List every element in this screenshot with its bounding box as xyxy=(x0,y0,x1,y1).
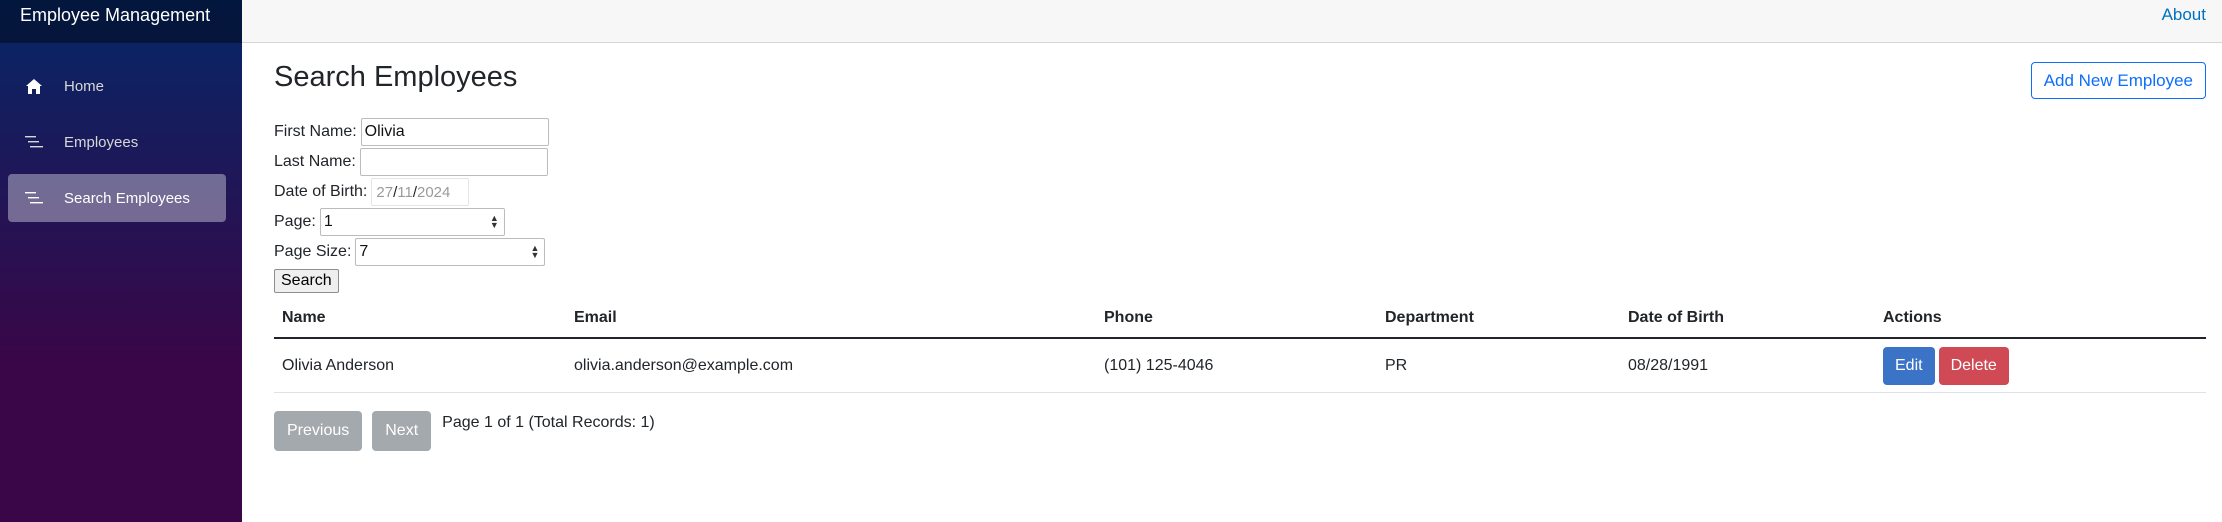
first-name-label: First Name: xyxy=(274,123,357,140)
next-button[interactable]: Next xyxy=(372,411,432,451)
search-form: First Name: Olivia Last Name: Date of Bi… xyxy=(274,117,549,293)
search-button[interactable]: Search xyxy=(274,269,339,293)
app-title[interactable]: Employee Management xyxy=(20,5,210,26)
dob-month: 11 xyxy=(397,183,413,201)
column-header-actions: Actions xyxy=(1883,309,1942,326)
cell-email: olivia.anderson@example.com xyxy=(574,356,794,374)
stepper-arrows-icon[interactable]: ▲ ▼ xyxy=(490,214,499,230)
add-new-employee-button[interactable]: Add New Employee xyxy=(2030,62,2206,99)
table-header: Name Email Phone Department Date of Birt… xyxy=(274,299,2206,339)
page-row: Page: 1 ▲ ▼ xyxy=(274,207,549,237)
first-name-row: First Name: Olivia xyxy=(274,117,549,147)
sidebar-item-search-employees[interactable]: Search Employees xyxy=(8,174,226,222)
sidebar-item-label: Search Employees xyxy=(64,189,190,207)
column-header-dob: Date of Birth xyxy=(1628,309,1724,326)
edit-button[interactable]: Edit xyxy=(1883,346,1935,385)
delete-button[interactable]: Delete xyxy=(1938,346,2009,385)
page-label: Page: xyxy=(274,213,316,230)
page-size-input[interactable]: 7 ▲ ▼ xyxy=(355,238,546,266)
cell-name: Olivia Anderson xyxy=(282,356,395,374)
column-header-name: Name xyxy=(282,309,326,326)
page-size-row: Page Size: 7 ▲ ▼ xyxy=(274,237,549,267)
dob-day: 27 xyxy=(376,183,394,201)
page-number-input[interactable]: 1 ▲ ▼ xyxy=(319,208,505,236)
dob-year: 2024 xyxy=(416,183,451,201)
dob-row: Date of Birth: 27/11/2024 xyxy=(274,177,549,207)
cell-department: PR xyxy=(1385,356,1408,374)
pagination-info: Page 1 of 1 (Total Records: 1) xyxy=(442,414,655,431)
dob-label: Date of Birth: xyxy=(274,183,368,200)
dob-input[interactable]: 27/11/2024 xyxy=(371,178,470,206)
cell-phone: (101) 125-4046 xyxy=(1104,356,1214,374)
last-name-row: Last Name: xyxy=(274,147,549,177)
sidebar-nav: Home Employees Search Employees xyxy=(0,43,242,222)
sidebar-item-label: Home xyxy=(64,77,105,95)
last-name-label: Last Name: xyxy=(274,153,356,170)
column-header-department: Department xyxy=(1385,309,1474,326)
about-link[interactable]: About xyxy=(2162,5,2206,25)
stepper-arrows-icon[interactable]: ▲ ▼ xyxy=(530,244,539,260)
page-number-value: 1 xyxy=(323,213,333,230)
page-title: Search Employees xyxy=(274,61,518,93)
sidebar: Employee Management Home Employees Searc… xyxy=(0,0,242,522)
table-row: Olivia Anderson olivia.anderson@example.… xyxy=(274,339,2206,393)
home-icon xyxy=(24,77,44,95)
brand-bar: Employee Management xyxy=(0,0,242,43)
sidebar-item-label: Employees xyxy=(64,133,139,151)
last-name-input[interactable] xyxy=(359,148,548,176)
previous-button[interactable]: Previous xyxy=(274,411,363,451)
results-table: Name Email Phone Department Date of Birt… xyxy=(274,299,2206,393)
page-size-label: Page Size: xyxy=(274,243,352,260)
column-header-email: Email xyxy=(574,309,617,326)
pagination: Previous Next Page 1 of 1 (Total Records… xyxy=(274,411,655,451)
cell-dob: 08/28/1991 xyxy=(1628,356,1709,374)
sidebar-item-employees[interactable]: Employees xyxy=(8,118,226,166)
sidebar-item-home[interactable]: Home xyxy=(8,62,226,110)
cell-actions: Edit Delete xyxy=(1875,346,2206,385)
list-icon xyxy=(24,189,44,207)
column-header-phone: Phone xyxy=(1104,309,1153,326)
list-icon xyxy=(24,133,44,151)
page-size-value: 7 xyxy=(359,243,369,260)
top-bar: About xyxy=(242,0,2222,43)
first-name-input[interactable]: Olivia xyxy=(360,118,549,146)
main-content: Search Employees Add New Employee First … xyxy=(274,43,2206,522)
